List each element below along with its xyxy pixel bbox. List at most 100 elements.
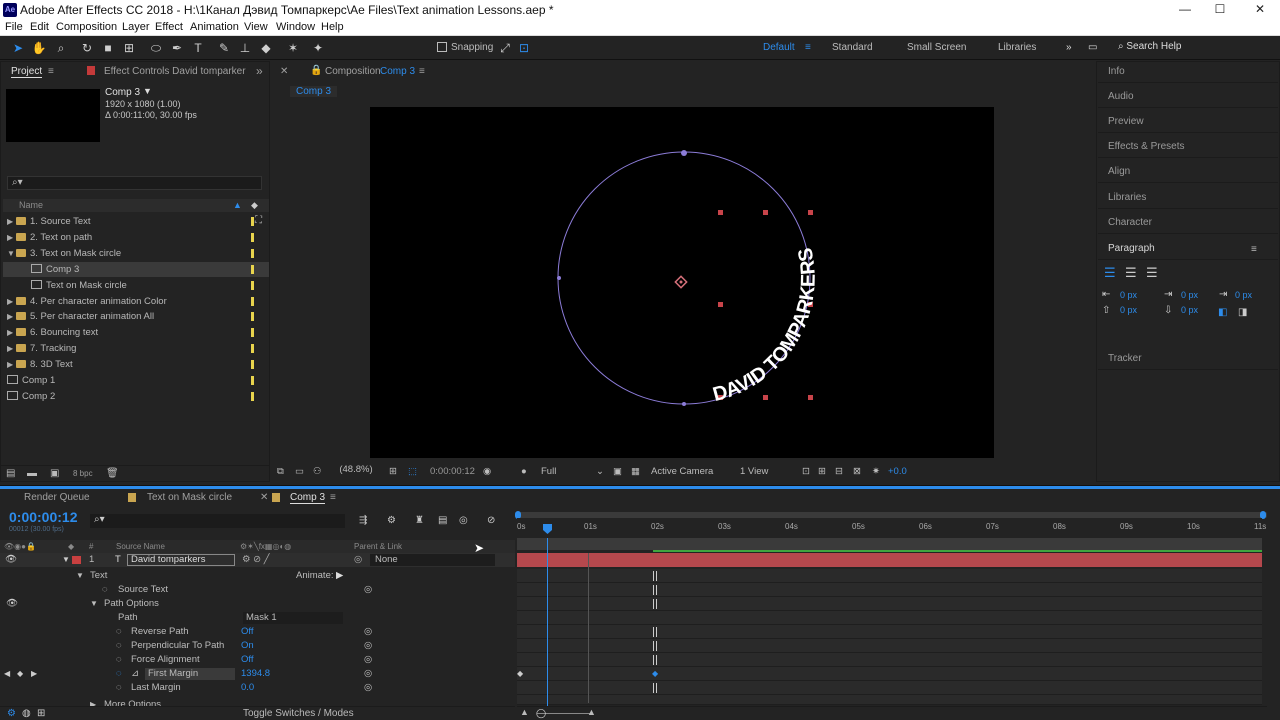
tab-project[interactable]: Project: [11, 66, 43, 78]
snap-grid-icon[interactable]: ⊡: [516, 41, 532, 56]
stopwatch-icon[interactable]: ◌: [116, 639, 122, 653]
indent-left-value[interactable]: 0 px: [1120, 290, 1137, 300]
exposure-value[interactable]: +0.0: [888, 466, 907, 477]
new-folder-icon[interactable]: ▬: [27, 468, 37, 479]
parent-dropdown[interactable]: None: [370, 554, 495, 566]
panel-tracker[interactable]: Tracker: [1098, 348, 1278, 370]
twirl-down-icon[interactable]: ▼: [76, 569, 84, 583]
keyframe-icon[interactable]: ◆: [652, 669, 658, 678]
masks-icon[interactable]: ⚇: [313, 466, 322, 477]
space-after-value[interactable]: 0 px: [1181, 305, 1198, 315]
indent-right-value[interactable]: 0 px: [1181, 290, 1198, 300]
layer-label-color[interactable]: [72, 556, 81, 564]
safe-zones-icon[interactable]: ⊞: [389, 466, 397, 477]
menu-view[interactable]: View: [244, 21, 268, 33]
ellipse-tool-icon[interactable]: ⬭: [148, 41, 164, 56]
zoom-tool-icon[interactable]: ⌕: [53, 41, 69, 56]
stopwatch-active-icon[interactable]: ◌: [116, 667, 122, 681]
tab-composition-name[interactable]: Comp 3: [380, 66, 415, 77]
interpret-footage-icon[interactable]: ▤: [6, 468, 15, 479]
fast-previews-icon[interactable]: ⊞: [818, 466, 826, 477]
bpc-label[interactable]: 8 bpc: [73, 469, 93, 478]
twirl-right-icon[interactable]: ▶: [7, 341, 16, 356]
project-item[interactable]: ▶ 8. 3D Text: [3, 357, 269, 372]
add-keyframe-icon[interactable]: ◆: [17, 667, 23, 681]
comp-subtab[interactable]: Comp 3: [290, 86, 338, 97]
tab-comp-3[interactable]: Comp 3: [290, 492, 326, 504]
chevron-down-icon[interactable]: ▼: [143, 86, 152, 96]
brush-tool-icon[interactable]: ✎: [216, 41, 232, 56]
shy-icon[interactable]: ♜: [415, 515, 424, 526]
column-parent[interactable]: Parent & Link: [354, 540, 402, 553]
path-mask-dropdown[interactable]: Mask 1: [243, 612, 343, 624]
perpendicular-row[interactable]: ◌ Perpendicular To Path On ◎: [0, 639, 515, 653]
next-keyframe-icon[interactable]: ▶: [31, 667, 37, 681]
workspace-small-screen[interactable]: Small Screen: [907, 42, 966, 53]
project-item[interactable]: ▶ 6. Bouncing text: [3, 325, 269, 340]
keyframe-icon[interactable]: ◆: [517, 669, 523, 678]
timeline-search-input[interactable]: ⌕▾: [90, 514, 345, 528]
visibility-eye-icon[interactable]: 👁: [6, 597, 18, 611]
hand-tool-icon[interactable]: ✋: [31, 41, 47, 56]
expression-pickwhip-icon[interactable]: ◎: [364, 667, 372, 681]
new-comp-icon[interactable]: ▣: [50, 468, 59, 479]
tab-text-on-mask-circle[interactable]: Text on Mask circle: [147, 492, 232, 503]
workspace-overflow-icon[interactable]: »: [1066, 42, 1072, 53]
pixel-aspect-icon[interactable]: ⊡: [802, 466, 810, 477]
panel-overflow-icon[interactable]: »: [256, 64, 263, 78]
zoom-slider-handle[interactable]: ◯: [536, 708, 546, 719]
eraser-tool-icon[interactable]: ◆: [258, 41, 274, 56]
project-item[interactable]: Text on Mask circle: [3, 278, 269, 293]
project-item[interactable]: Comp 1: [3, 373, 269, 388]
twirl-right-icon[interactable]: ▶: [7, 309, 16, 324]
twirl-down-icon[interactable]: ▼: [90, 597, 98, 611]
layer-row[interactable]: 👁 ▼ 1 T David tomparkers ⚙ ⊘ ╱ ◎ None: [0, 553, 515, 567]
comp-canvas[interactable]: DAVID TOMPARKERS: [370, 107, 994, 458]
twirl-right-icon[interactable]: ▶: [7, 357, 16, 372]
bounding-handle[interactable]: [763, 210, 768, 215]
panel-align[interactable]: Align: [1098, 161, 1278, 183]
twirl-right-icon[interactable]: ▶: [90, 696, 96, 706]
project-menu-icon[interactable]: ≡: [48, 66, 54, 77]
ltr-icon[interactable]: ◧: [1218, 307, 1227, 318]
project-item[interactable]: ▼ 3. Text on Mask circle: [3, 246, 269, 261]
panel-audio[interactable]: Audio: [1098, 86, 1278, 108]
comp-menu-icon[interactable]: ≡: [419, 66, 425, 77]
panel-character[interactable]: Character: [1098, 212, 1278, 234]
search-help-field[interactable]: ⌕ Search Help: [1118, 41, 1278, 56]
animate-play-icon[interactable]: ▶: [336, 569, 343, 583]
selection-tool-icon[interactable]: ➤: [10, 41, 26, 56]
current-timecode[interactable]: 0:00:00:12: [9, 509, 78, 525]
region-of-interest-icon[interactable]: ▣: [613, 466, 622, 477]
panel-info[interactable]: Info: [1098, 61, 1278, 83]
project-item[interactable]: ▶ 1. Source Text: [3, 214, 269, 229]
expression-pickwhip-icon[interactable]: ◎: [364, 625, 372, 639]
project-item[interactable]: ▶ 4. Per character animation Color: [3, 294, 269, 309]
layer-switches[interactable]: ⚙ ⊘ ╱: [242, 553, 269, 567]
sync-icon[interactable]: ▭: [1088, 42, 1097, 53]
project-item[interactable]: ▶ 5. Per character animation All: [3, 309, 269, 324]
anchor-point[interactable]: [674, 275, 688, 289]
reverse-path-value[interactable]: Off: [241, 625, 254, 639]
pen-tool-icon[interactable]: ✒: [169, 41, 185, 56]
stopwatch-icon[interactable]: ◌: [116, 625, 122, 639]
delete-icon[interactable]: 🗑: [106, 468, 119, 479]
panel-effects-presets[interactable]: Effects & Presets: [1098, 136, 1278, 158]
timeline-icon[interactable]: ⊟: [835, 466, 843, 477]
mask-vertex[interactable]: [681, 150, 687, 156]
visibility-eye-icon[interactable]: 👁: [5, 553, 17, 567]
panel-preview[interactable]: Preview: [1098, 111, 1278, 133]
layer-switches-pane-icon[interactable]: ⚙: [7, 708, 16, 719]
menu-layer[interactable]: Layer: [122, 21, 150, 33]
toggle-switches-modes[interactable]: Toggle Switches / Modes: [243, 708, 354, 719]
workspace-standard[interactable]: Standard: [832, 42, 873, 53]
twirl-right-icon[interactable]: ▶: [7, 214, 16, 229]
force-alignment-value[interactable]: Off: [241, 653, 254, 667]
time-ruler[interactable]: [517, 518, 1262, 536]
align-left-icon[interactable]: ☰: [1104, 265, 1116, 281]
mask-vertex[interactable]: [682, 402, 686, 406]
last-margin-row[interactable]: ◌ Last Margin 0.0 ◎: [0, 681, 515, 695]
in-out-icon[interactable]: ⊞: [37, 708, 45, 719]
project-item[interactable]: ▶ 7. Tracking: [3, 341, 269, 356]
graph-editor-icon[interactable]: ⊘: [487, 515, 495, 526]
